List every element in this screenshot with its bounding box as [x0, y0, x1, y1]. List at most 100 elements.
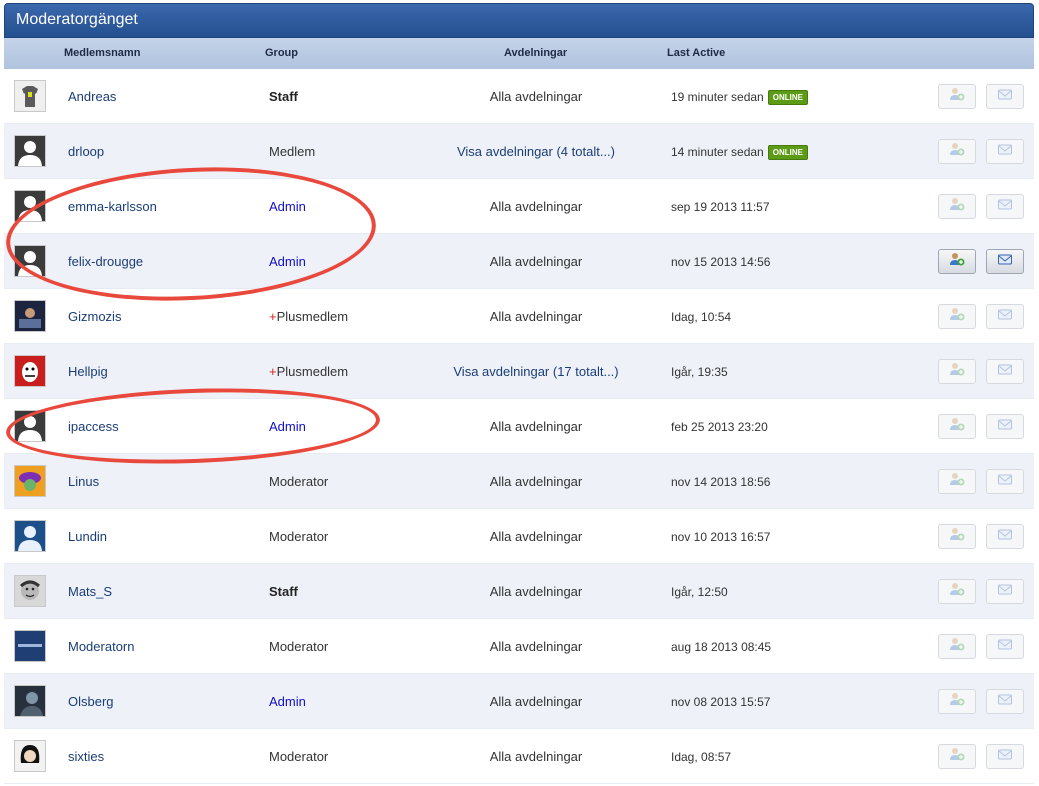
member-departments: Alla avdelningar: [489, 474, 583, 489]
add-contact-button[interactable]: [938, 579, 976, 604]
send-message-button[interactable]: [986, 524, 1024, 549]
member-group-label: Plusmedlem: [276, 309, 349, 324]
member-departments[interactable]: Visa avdelningar (4 totalt...): [386, 144, 686, 159]
column-header-name: Medlemsnamn: [64, 47, 141, 59]
add-contact-button[interactable]: [938, 414, 976, 439]
member-name-link[interactable]: Lundin: [68, 529, 107, 544]
send-message-button[interactable]: [986, 359, 1024, 384]
send-message-button[interactable]: [986, 304, 1024, 329]
last-active-time: sep 19 2013 11:57: [671, 200, 770, 214]
purple-hat-avatar[interactable]: [14, 465, 46, 497]
add-contact-button[interactable]: [938, 139, 976, 164]
add-contact-button[interactable]: [938, 634, 976, 659]
blue-default-avatar[interactable]: [14, 520, 46, 552]
member-group-label: Medlem: [269, 144, 316, 159]
column-header-last-active: Last Active: [667, 47, 726, 59]
member-departments: Alla avdelningar: [489, 694, 583, 709]
last-active-time: aug 18 2013 08:45: [671, 640, 772, 654]
envelope-icon: [997, 746, 1013, 767]
add-user-icon: [949, 416, 965, 437]
envelope-icon: [997, 416, 1013, 437]
add-contact-button[interactable]: [938, 359, 976, 384]
member-departments: Alla avdelningar: [489, 309, 583, 324]
member-name-link[interactable]: Linus: [68, 474, 99, 489]
envelope-icon: [997, 306, 1013, 327]
add-contact-button[interactable]: [938, 84, 976, 109]
envelope-icon: [997, 86, 1013, 107]
add-user-icon: [949, 141, 965, 162]
table-row: felix-drougge Admin Alla avdelningar nov 15…: [4, 234, 1034, 289]
send-message-button[interactable]: [986, 744, 1024, 769]
add-user-icon: [949, 306, 965, 327]
member-departments: Alla avdelningar: [489, 89, 583, 104]
red-character-avatar[interactable]: [14, 355, 46, 387]
send-message-button[interactable]: [986, 469, 1024, 494]
add-contact-button[interactable]: [938, 744, 976, 769]
last-active-time: Igår, 19:35: [671, 365, 728, 379]
default-avatar[interactable]: [14, 245, 46, 277]
member-name-link[interactable]: Hellpig: [68, 364, 108, 379]
add-user-icon: [949, 526, 965, 547]
send-message-button[interactable]: [986, 84, 1024, 109]
member-group: Moderator: [269, 474, 328, 489]
member-group: Medlem: [269, 144, 315, 159]
photo-avatar[interactable]: [14, 300, 46, 332]
send-message-button[interactable]: [986, 414, 1024, 439]
hair-avatar[interactable]: [14, 740, 46, 772]
member-name-link[interactable]: Olsberg: [68, 694, 114, 709]
member-last-active: sep 19 2013 11:57: [671, 200, 770, 214]
send-message-button[interactable]: [986, 689, 1024, 714]
member-name-link[interactable]: drloop: [68, 144, 104, 159]
member-group: Admin: [269, 694, 306, 709]
plus-member-marker: +: [269, 309, 277, 324]
last-active-time: nov 15 2013 14:56: [671, 255, 771, 269]
face-avatar[interactable]: [14, 575, 46, 607]
add-user-icon: [949, 196, 965, 217]
table-row: Hellpig +Plusmedlem Visa avdelningar (17 t…: [4, 344, 1034, 399]
member-name-link[interactable]: Moderatorn: [68, 639, 134, 654]
table-row: Moderatorn Moderator Alla avdelningar aug 1…: [4, 619, 1034, 674]
member-group-label: Admin: [269, 199, 306, 214]
member-name-link[interactable]: ipaccess: [68, 419, 119, 434]
member-name-link[interactable]: sixties: [68, 749, 104, 764]
member-group: Admin: [269, 254, 306, 269]
envelope-icon: [997, 581, 1013, 602]
member-name-link[interactable]: felix-drougge: [68, 254, 143, 269]
add-contact-button[interactable]: [938, 304, 976, 329]
member-group-label: Moderator: [269, 639, 329, 654]
member-name-link[interactable]: Mats_S: [68, 584, 112, 599]
column-header-group: Group: [265, 47, 298, 59]
logo-avatar[interactable]: [14, 630, 46, 662]
member-departments: Alla avdelningar: [489, 199, 583, 214]
add-contact-button[interactable]: [938, 469, 976, 494]
send-message-button[interactable]: [986, 634, 1024, 659]
default-avatar[interactable]: [14, 190, 46, 222]
add-contact-button[interactable]: [938, 249, 976, 274]
send-message-button[interactable]: [986, 249, 1024, 274]
add-contact-button[interactable]: [938, 194, 976, 219]
tshirt-avatar[interactable]: [14, 80, 46, 112]
member-name-link[interactable]: emma-karlsson: [68, 199, 157, 214]
member-last-active: 14 minuter sedan ONLINE: [671, 145, 808, 160]
table-row: Gizmozis +Plusmedlem Alla avdelningar Idag,…: [4, 289, 1034, 344]
table-row: drloop Medlem Visa avdelningar (4 totalt..…: [4, 124, 1034, 179]
last-active-time: Idag, 10:54: [671, 310, 732, 324]
add-contact-button[interactable]: [938, 524, 976, 549]
default-avatar[interactable]: [14, 410, 46, 442]
default-avatar[interactable]: [14, 135, 46, 167]
member-departments: Alla avdelningar: [489, 639, 583, 654]
send-message-button[interactable]: [986, 139, 1024, 164]
envelope-icon: [997, 141, 1013, 162]
add-contact-button[interactable]: [938, 689, 976, 714]
dark-photo-avatar[interactable]: [14, 685, 46, 717]
member-name-link[interactable]: Andreas: [68, 89, 116, 104]
add-user-icon: [949, 361, 965, 382]
send-message-button[interactable]: [986, 579, 1024, 604]
member-departments[interactable]: Visa avdelningar (17 totalt...): [386, 364, 686, 379]
member-group-label: Plusmedlem: [276, 364, 349, 379]
member-last-active: nov 14 2013 18:56: [671, 475, 770, 489]
member-group-label: Admin: [269, 694, 306, 709]
member-name-link[interactable]: Gizmozis: [68, 309, 121, 324]
member-group-label: Admin: [269, 254, 306, 269]
send-message-button[interactable]: [986, 194, 1024, 219]
